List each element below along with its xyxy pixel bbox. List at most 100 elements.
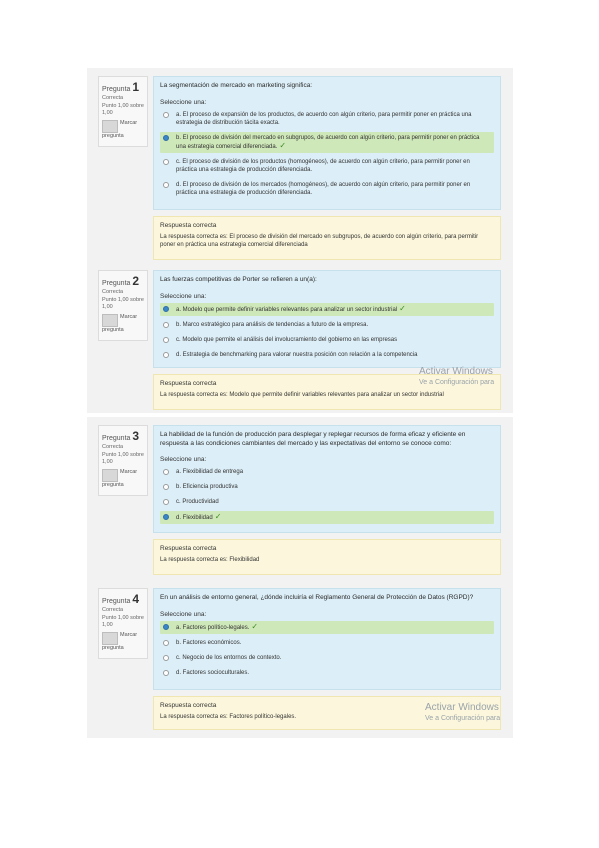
answer-prompt: Seleccione una:	[160, 98, 207, 106]
question-number-value: 3	[132, 429, 140, 443]
flag-question-button[interactable]: Marcar pregunta	[102, 120, 144, 140]
question-state: Correcta	[102, 444, 124, 450]
question-grade: Punto 1,00 sobre 1,00	[102, 297, 144, 310]
question-info: Pregunta 3 Correcta Punto 1,00 sobre 1,0…	[98, 425, 148, 496]
answer-option-c[interactable]: c. Negocio de los entornos de contexto.	[160, 652, 494, 664]
radio-icon[interactable]	[163, 654, 169, 661]
question-label: Pregunta	[102, 435, 131, 442]
question-feedback: Respuesta correcta La respuesta correcta…	[153, 216, 501, 260]
radio-icon[interactable]	[163, 181, 169, 188]
question-state: Correcta	[102, 95, 124, 101]
answer-option-b[interactable]: b. Factores económicos.	[160, 637, 494, 649]
answer-label: d. Factores socioculturales.	[176, 669, 250, 676]
answer-option-c[interactable]: c. Productividad	[160, 496, 494, 508]
answer-option-b[interactable]: b. Marco estratégico para análisis de te…	[160, 319, 494, 331]
flag-question-button[interactable]: Marcar pregunta	[102, 314, 144, 334]
watermark-subtitle: Ve a Configuración para	[425, 715, 501, 722]
radio-icon[interactable]	[163, 158, 169, 165]
answer-label: c. Negocio de los entornos de contexto.	[176, 654, 282, 661]
check-icon: ✓	[279, 140, 287, 150]
question-content: Las fuerzas competitivas de Porter se re…	[153, 270, 501, 368]
answer-option-d[interactable]: d. Estrategia de benchmarking para valor…	[160, 349, 494, 361]
answer-label: b. Marco estratégico para análisis de te…	[176, 321, 369, 328]
answer-option-d[interactable]: d. El proceso de división de los mercado…	[160, 179, 494, 199]
radio-icon[interactable]	[163, 499, 169, 505]
answer-option-d[interactable]: d. Factores socioculturales.	[160, 667, 494, 679]
radio-icon[interactable]	[163, 336, 169, 343]
answer-prompt: Seleccione una:	[160, 610, 207, 618]
answer-label: d. Estrategia de benchmarking para valor…	[176, 351, 418, 358]
answer-label: c. Modelo que permite el análisis del in…	[176, 336, 398, 343]
question-state: Correcta	[102, 607, 124, 613]
answer-list: a. Modelo que permite definir variables …	[160, 302, 494, 361]
watermark-title: Activar Windows	[425, 702, 499, 713]
check-icon: ✓	[214, 512, 222, 521]
answer-label: b. El proceso de división del mercado en…	[176, 134, 480, 150]
answer-list: a. Flexibilidad de entrega b. Eficiencia…	[160, 466, 494, 524]
answer-label: d. El proceso de división de los mercado…	[176, 181, 471, 196]
answer-option-a[interactable]: a. El proceso de expansión de los produc…	[160, 109, 494, 129]
feedback-text: La respuesta correcta es: Flexibilidad	[160, 557, 260, 563]
radio-icon[interactable]	[163, 321, 169, 328]
question-text: En un análisis de entorno general, ¿dónd…	[160, 594, 474, 601]
answer-label: b. Eficiencia productiva	[176, 484, 238, 490]
question-info: Pregunta 1 Correcta Punto 1,00 sobre 1,0…	[98, 76, 148, 147]
watermark-subtitle: Ve a Configuración para	[419, 379, 495, 386]
answer-label: b. Factores económicos.	[176, 639, 242, 646]
question-text: La habilidad de la función de producción…	[160, 431, 466, 447]
question-grade: Punto 1,00 sobre 1,00	[102, 615, 144, 628]
flag-question-button[interactable]: Marcar pregunta	[102, 469, 144, 489]
answer-option-b[interactable]: b. El proceso de división del mercado en…	[160, 131, 494, 153]
feedback-title: Respuesta correcta	[160, 222, 217, 229]
question-number-value: 4	[132, 592, 140, 606]
radio-icon[interactable]	[163, 134, 169, 141]
question-number: Pregunta 4	[102, 592, 144, 606]
check-icon: ✓	[399, 303, 406, 313]
radio-icon[interactable]	[163, 469, 169, 475]
answer-option-c[interactable]: c. Modelo que permite el análisis del in…	[160, 334, 494, 346]
question-text: La segmentación de mercado en marketing …	[160, 82, 313, 89]
radio-icon[interactable]	[163, 484, 169, 490]
question-info: Pregunta 4 Correcta Punto 1,00 sobre 1,0…	[98, 588, 148, 659]
question-grade: Punto 1,00 sobre 1,00	[102, 103, 144, 116]
radio-icon[interactable]	[163, 111, 169, 118]
answer-option-a[interactable]: a. Factores político-legales. ✓	[160, 620, 494, 634]
activate-windows-watermark: Activar Windows Ve a Configuración para	[425, 702, 500, 724]
radio-icon[interactable]	[163, 639, 169, 646]
answer-list: a. Factores político-legales. ✓ b. Factor…	[160, 620, 494, 679]
answer-option-b[interactable]: b. Eficiencia productiva	[160, 481, 494, 493]
flag-question-button[interactable]: Marcar pregunta	[102, 632, 144, 652]
answer-label: a. Modelo que permite definir variables …	[176, 306, 398, 313]
answer-option-a[interactable]: a. Modelo que permite definir variables …	[160, 302, 494, 316]
radio-icon[interactable]	[163, 669, 169, 676]
screenshot-bottom: Pregunta 3 Correcta Punto 1,00 sobre 1,0…	[87, 417, 513, 738]
question-info: Pregunta 2 Correcta Punto 1,00 sobre 1,0…	[98, 270, 148, 341]
question-number: Pregunta 1	[102, 80, 144, 94]
flag-icon	[102, 469, 118, 482]
answer-prompt: Seleccione una:	[160, 292, 207, 300]
question-number-value: 2	[132, 274, 140, 288]
answer-option-a[interactable]: a. Flexibilidad de entrega	[160, 466, 494, 478]
answer-label: a. El proceso de expansión de los produc…	[176, 111, 472, 126]
radio-icon[interactable]	[163, 514, 169, 520]
screenshot-top: Pregunta 1 Correcta Punto 1,00 sobre 1,0…	[87, 68, 513, 413]
radio-icon[interactable]	[163, 351, 169, 358]
answer-option-d[interactable]: d. Flexibilidad ✓	[160, 511, 494, 524]
question-grade: Punto 1,00 sobre 1,00	[102, 452, 144, 465]
check-icon: ✓	[251, 621, 259, 631]
answer-prompt: Seleccione una:	[160, 456, 207, 463]
question-feedback: Respuesta correcta La respuesta correcta…	[153, 539, 501, 575]
question-label: Pregunta	[102, 598, 131, 605]
question-label: Pregunta	[102, 86, 131, 93]
flag-icon	[102, 120, 118, 133]
question-state: Correcta	[102, 289, 124, 295]
feedback-text: La respuesta correcta es: Modelo que per…	[160, 392, 444, 398]
radio-icon[interactable]	[163, 623, 169, 630]
question-number: Pregunta 3	[102, 429, 144, 443]
question-number: Pregunta 2	[102, 274, 144, 288]
answer-option-c[interactable]: c. El proceso de división de los product…	[160, 156, 494, 176]
question-label: Pregunta	[102, 280, 131, 287]
question-content: La habilidad de la función de producción…	[153, 425, 501, 533]
flag-icon	[102, 314, 118, 327]
radio-icon[interactable]	[163, 305, 169, 312]
